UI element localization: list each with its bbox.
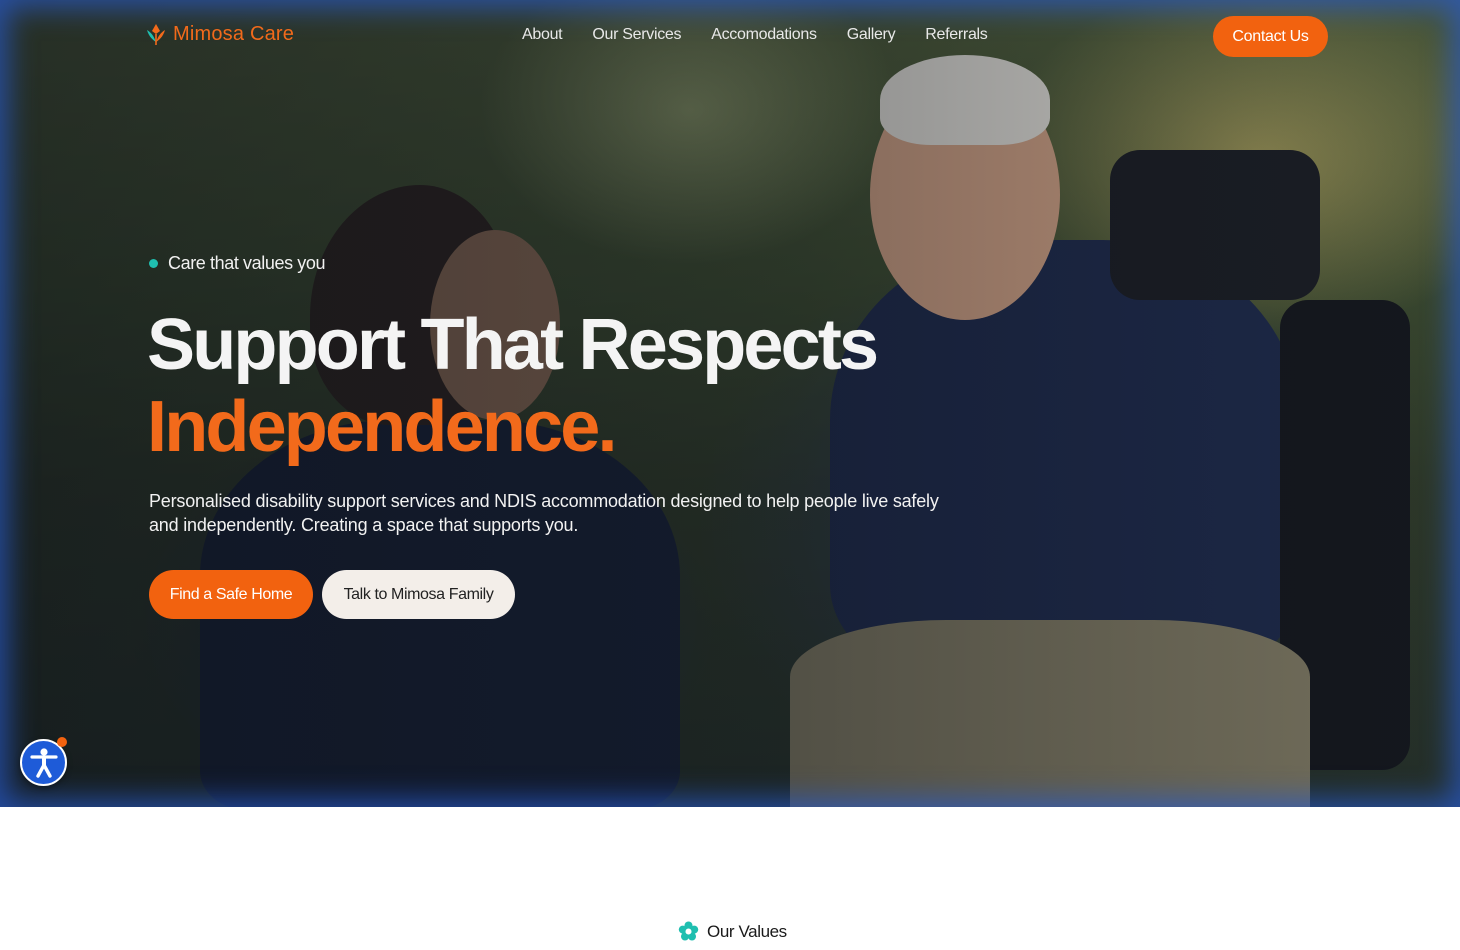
mimosa-flower-logo-icon (147, 24, 165, 45)
nav-link-gallery[interactable]: Gallery (847, 26, 896, 44)
nav-link-accomodations[interactable]: Accomodations (711, 26, 817, 44)
brand-logo[interactable]: Mimosa Care (145, 22, 294, 46)
top-navigation: Mimosa Care About Our Services Accomodat… (0, 0, 1460, 72)
our-values-label: Our Values (678, 921, 787, 942)
contact-us-button[interactable]: Contact Us (1213, 16, 1328, 57)
flower-icon (678, 921, 699, 941)
teal-dot-icon (149, 259, 158, 268)
accessibility-icon (29, 747, 58, 778)
nav-link-referrals[interactable]: Referrals (925, 26, 988, 44)
hero-subcopy: Personalised disability support services… (149, 491, 939, 535)
nav-link-our-services[interactable]: Our Services (592, 26, 681, 44)
hero-headline: Support That Respects Independence. (147, 304, 1047, 468)
main-menu: About Our Services Accomodations Gallery… (522, 26, 988, 44)
talk-to-mimosa-family-button[interactable]: Talk to Mimosa Family (322, 570, 515, 619)
headline-line-1: Support That Respects (147, 305, 879, 385)
hero-eyebrow: Care that values you (149, 253, 326, 274)
hero-section: Mimosa Care About Our Services Accomodat… (0, 0, 1460, 807)
nav-link-about[interactable]: About (522, 26, 563, 44)
our-values-text: Our Values (707, 921, 787, 941)
accessibility-notification-dot (57, 737, 67, 747)
headline-line-2: Independence. (147, 387, 618, 467)
find-safe-home-button[interactable]: Find a Safe Home (149, 570, 313, 619)
brand-name: Mimosa Care (173, 22, 295, 45)
eyebrow-text: Care that values you (168, 253, 326, 273)
